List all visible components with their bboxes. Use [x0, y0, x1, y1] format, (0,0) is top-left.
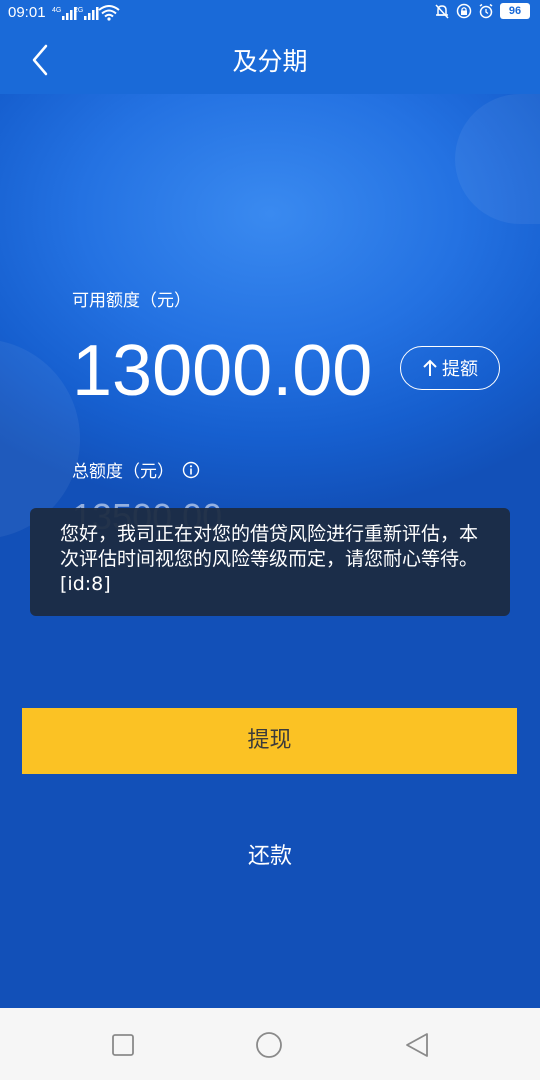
top-bar: 09:01 4G 2G 96 及分期 — [0, 0, 540, 94]
signal-4g-label: 4G — [52, 7, 61, 14]
alarm-icon — [479, 3, 493, 19]
recents-square-icon[interactable] — [108, 1030, 138, 1060]
available-credit-label: 可用额度（元） — [72, 291, 191, 311]
status-time: 09:01 — [8, 4, 46, 21]
decor-circle-top-right — [455, 94, 540, 224]
home-circle-icon[interactable] — [254, 1030, 284, 1060]
raise-limit-button[interactable]: 提额 — [400, 346, 500, 390]
info-circle-icon[interactable] — [182, 461, 200, 479]
repay-button[interactable]: 还款 — [0, 838, 540, 870]
battery-level: 96 — [500, 3, 530, 19]
status-right-group: 96 — [434, 3, 530, 19]
wifi-icon — [98, 5, 120, 21]
bell-muted-icon — [435, 4, 449, 19]
arrow-up-icon — [423, 359, 437, 376]
withdraw-button[interactable]: 提现 — [22, 708, 517, 774]
screen: 09:01 4G 2G 96 及分期 可用额度（元） 13000.00 提额 总… — [0, 0, 540, 1080]
toast-message: 您好，我司正在对您的借贷风险进行重新评估，本次评估时间视您的风险等级而定，请您耐… — [30, 508, 510, 616]
available-credit-amount: 13000.00 — [72, 331, 373, 411]
main-panel: 可用额度（元） 13000.00 提额 总额度（元） 13500.00 您好，我… — [0, 94, 540, 1008]
signal-2g-label: 2G — [74, 7, 83, 14]
back-triangle-icon[interactable] — [402, 1030, 432, 1060]
system-nav-bar — [0, 1008, 540, 1080]
total-credit-label: 总额度（元） — [72, 462, 174, 482]
page-title: 及分期 — [232, 47, 308, 76]
signal-2g-icon: 2G — [74, 7, 99, 20]
lock-rotation-icon — [456, 3, 472, 19]
raise-limit-label: 提额 — [442, 359, 478, 380]
total-credit-row: 总额度（元） — [72, 457, 200, 482]
status-bar: 09:01 4G 2G 96 — [0, 0, 540, 28]
